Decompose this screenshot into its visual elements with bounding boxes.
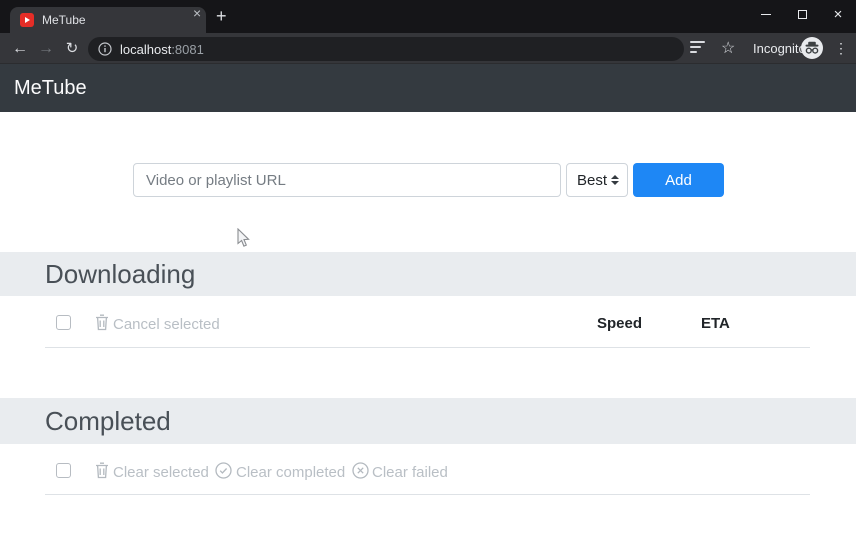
metube-favicon-icon — [20, 13, 34, 27]
browser-tab[interactable]: MeTube — [10, 7, 206, 33]
back-button[interactable]: ← — [10, 33, 30, 64]
maximize-icon — [797, 9, 807, 19]
downloading-title: Downloading — [45, 258, 196, 289]
downloading-toolbar: Cancel selected Speed ETA — [0, 300, 856, 348]
trash-icon — [95, 462, 109, 484]
completed-title: Completed — [45, 405, 171, 436]
trash-icon — [95, 314, 109, 336]
browser-titlebar: MeTube × + × — [0, 0, 856, 33]
app-brand[interactable]: MeTube — [14, 64, 87, 112]
reload-button[interactable]: ↻ — [62, 33, 82, 64]
mouse-cursor — [237, 227, 252, 253]
select-stepper-icon — [611, 175, 619, 185]
window-minimize-button[interactable] — [748, 0, 784, 28]
downloading-section-header: Downloading — [0, 252, 856, 296]
completed-section-header: Completed — [0, 398, 856, 444]
completed-select-all-checkbox[interactable] — [56, 463, 71, 478]
downloading-select-all-checkbox[interactable] — [56, 315, 71, 330]
window-maximize-button[interactable] — [784, 0, 820, 28]
clear-failed-button[interactable]: Clear failed — [372, 464, 448, 481]
app-navbar: MeTube — [0, 64, 856, 112]
browser-toolbar: ← → ↻ localhost:8081 ☆ Incognito ⋮ — [0, 33, 856, 64]
tab-close-icon[interactable]: × — [193, 6, 201, 20]
url-host: localhost — [120, 41, 172, 57]
window-controls: × — [748, 0, 856, 28]
incognito-avatar-icon[interactable] — [801, 37, 823, 59]
clear-completed-button[interactable]: Clear completed — [236, 464, 345, 481]
downloading-divider — [45, 347, 810, 348]
completed-toolbar: Clear selected Clear completed Clear fai… — [0, 448, 856, 496]
quality-select[interactable]: Best — [566, 163, 628, 197]
forward-button[interactable]: → — [36, 33, 56, 64]
cancel-selected-button[interactable]: Cancel selected — [113, 316, 220, 333]
eta-column-header: ETA — [701, 315, 730, 332]
completed-divider — [45, 494, 810, 495]
add-form: Best Add — [133, 163, 724, 197]
clear-selected-button[interactable]: Clear selected — [113, 464, 209, 481]
incognito-label: Incognito — [753, 41, 806, 56]
extension-lines-icon[interactable] — [690, 41, 705, 53]
minimize-icon — [761, 13, 771, 15]
window-close-button[interactable]: × — [820, 0, 856, 28]
url-input[interactable] — [133, 163, 561, 197]
speed-column-header: Speed — [597, 315, 643, 332]
quality-selected-value: Best — [577, 171, 608, 189]
site-info-icon[interactable] — [98, 42, 112, 56]
url-port: :8081 — [171, 41, 204, 57]
new-tab-button[interactable]: + — [216, 6, 227, 27]
address-bar[interactable]: localhost:8081 — [88, 37, 684, 61]
browser-menu-icon[interactable]: ⋮ — [834, 33, 848, 64]
add-button[interactable]: Add — [633, 163, 724, 197]
check-circle-icon — [215, 462, 232, 484]
tab-title: MeTube — [42, 13, 86, 27]
bookmark-star-icon[interactable]: ☆ — [721, 33, 735, 64]
x-circle-icon — [352, 462, 369, 484]
